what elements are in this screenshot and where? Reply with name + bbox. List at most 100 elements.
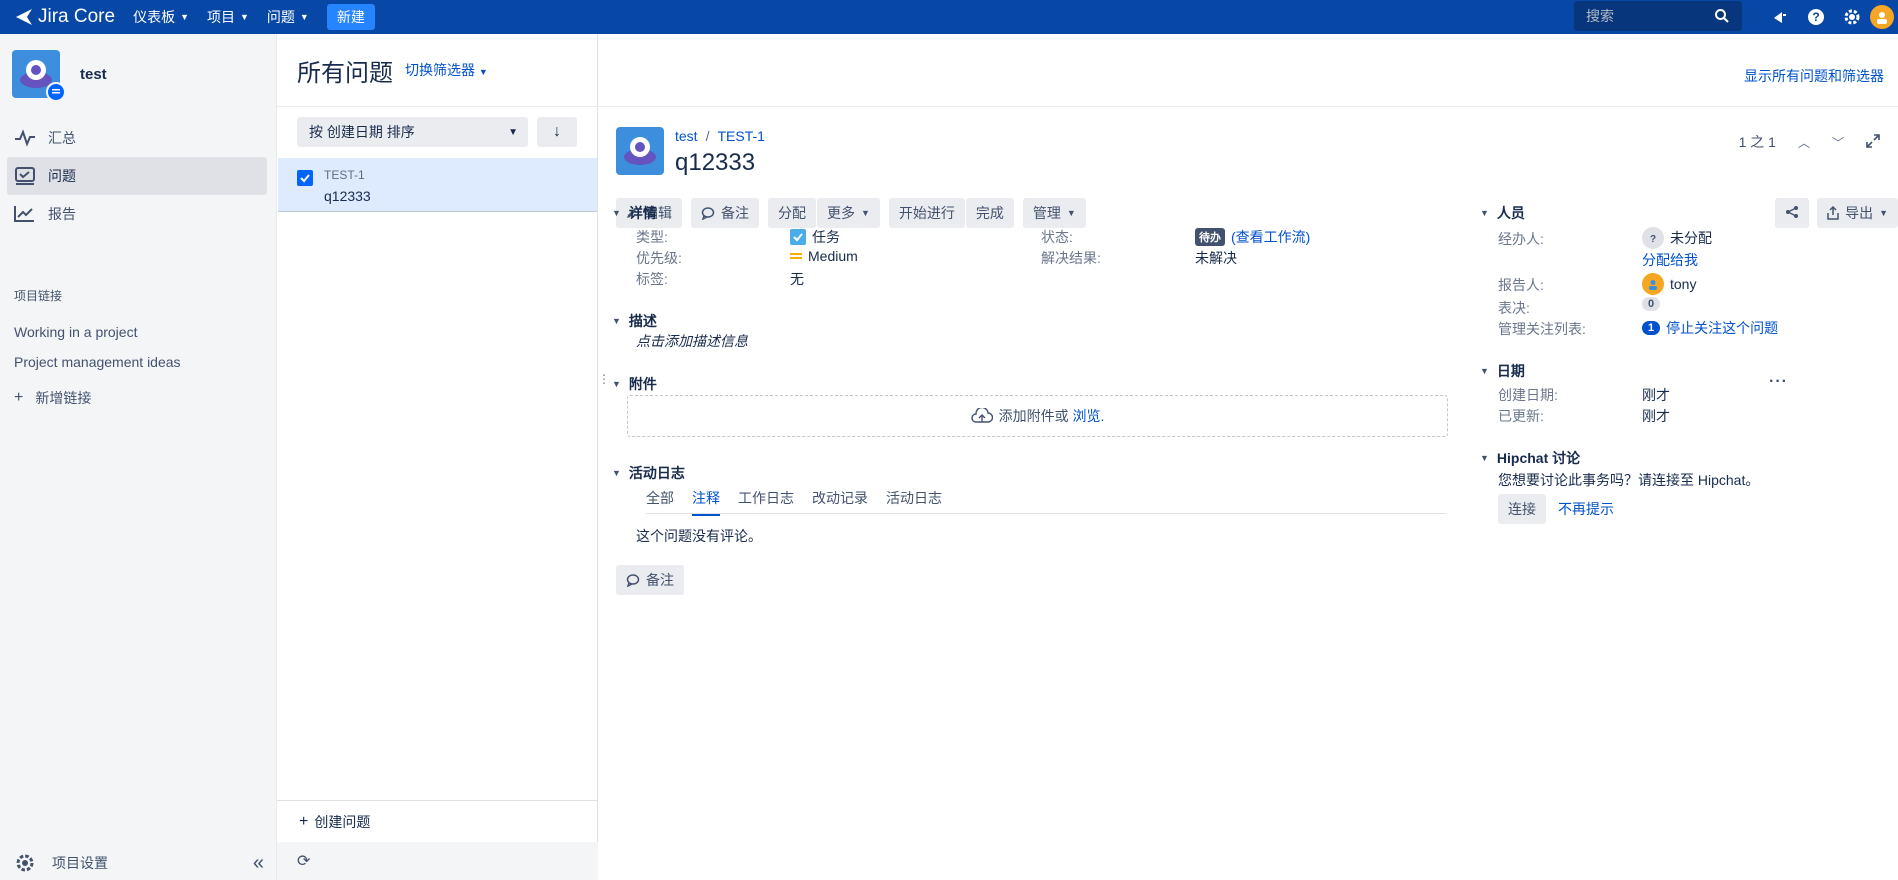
page-header: 所有问题 切换筛选器 ▼ — [297, 34, 488, 106]
show-all-issues-link[interactable]: 显示所有问题和筛选器 — [1744, 66, 1884, 86]
breadcrumb-issue-link[interactable]: TEST-1 — [717, 128, 764, 144]
sidebar-item-reports[interactable]: 报告 — [7, 195, 267, 233]
browse-link[interactable]: 浏览. — [1073, 406, 1105, 426]
issue-list-item[interactable]: TEST-1 q12333 — [278, 158, 597, 212]
assignee-label: 经办人: — [1498, 231, 1544, 247]
sort-direction-button[interactable]: ↓ — [537, 117, 577, 147]
top-navigation-bar: Jira Core 仪表板 ▼ 项目 ▼ 问题 ▼ 新建 搜索 ? — [0, 0, 1898, 34]
created-value: 刚才 — [1642, 387, 1670, 403]
type-value[interactable]: 任务 — [790, 227, 840, 247]
jira-logo[interactable]: Jira Core — [16, 6, 115, 28]
help-icon[interactable]: ? — [1798, 8, 1834, 26]
sort-order-select[interactable]: 按 创建日期 排序 ▼ — [297, 117, 528, 147]
nav-issues[interactable]: 问题 ▼ — [267, 7, 309, 27]
project-settings[interactable]: 项目设置 « — [14, 846, 264, 880]
description-section-toggle[interactable]: ▼ 描述 — [612, 311, 657, 331]
assign-to-me-link[interactable]: 分配给我 — [1642, 250, 1698, 270]
project-link-working[interactable]: Working in a project — [14, 324, 137, 340]
chevron-down-icon: ▼ — [1480, 208, 1489, 218]
project-header[interactable]: test — [12, 50, 107, 102]
create-button[interactable]: 新建 — [326, 4, 375, 30]
project-avatar — [616, 127, 664, 175]
breadcrumb: test / TEST-1 — [675, 128, 765, 144]
more-dropdown[interactable]: 更多 ▼ — [817, 198, 880, 228]
tab-all[interactable]: 全部 — [646, 488, 674, 516]
assignee-value[interactable]: ? 未分配 — [1642, 227, 1712, 249]
attachments-section-toggle[interactable]: ▼ 附件 — [612, 374, 657, 394]
votes-value[interactable]: 0 — [1642, 297, 1661, 311]
project-link-management[interactable]: Project management ideas — [14, 354, 181, 370]
sidebar-item-summary[interactable]: 汇总 — [7, 119, 267, 157]
share-button[interactable] — [1775, 198, 1810, 228]
chevron-up-icon[interactable]: ︿ — [1798, 134, 1810, 151]
sidebar-item-issues[interactable]: 问题 — [7, 157, 267, 195]
create-issue-button[interactable]: + 创建问题 — [277, 800, 598, 842]
add-comment-button[interactable]: 备注 — [616, 565, 684, 595]
gear-icon — [14, 852, 36, 874]
svg-text:?: ? — [1650, 234, 1656, 244]
switch-filter-dropdown[interactable]: 切换筛选器 ▼ — [405, 60, 488, 80]
reporter-avatar — [1642, 273, 1664, 295]
page-title: 所有问题 — [297, 59, 393, 87]
chevron-down-icon: ▼ — [1066, 208, 1076, 218]
tab-history[interactable]: 改动记录 — [812, 488, 868, 516]
more-options-icon[interactable]: ··· — [1769, 373, 1788, 391]
activity-tabs: 全部 注释 工作日志 改动记录 活动日志 — [646, 488, 960, 516]
refresh-icon[interactable]: ⟳ — [277, 842, 598, 880]
logo-text: Jira Core — [38, 6, 116, 27]
reporter-label: 报告人: — [1498, 277, 1544, 293]
create-issue-label: 创建问题 — [314, 813, 371, 830]
settings-gear-icon[interactable] — [1834, 8, 1870, 26]
nav-projects[interactable]: 项目 ▼ — [207, 7, 249, 27]
assign-button[interactable]: 分配 — [768, 198, 816, 228]
updated-label: 已更新: — [1498, 408, 1544, 424]
user-avatar[interactable] — [1870, 5, 1894, 29]
chevron-down-icon: ▼ — [240, 12, 249, 22]
collapse-sidebar-icon[interactable]: « — [253, 852, 264, 875]
details-section-toggle[interactable]: ▼ 详情 — [612, 203, 657, 223]
search-input[interactable]: 搜索 — [1574, 1, 1742, 31]
stop-watching-link[interactable]: 停止关注这个问题 — [1666, 318, 1778, 338]
svg-text:?: ? — [1812, 10, 1819, 24]
export-dropdown[interactable]: 导出 ▼ — [1817, 198, 1898, 228]
notifications-icon[interactable] — [1762, 9, 1798, 25]
expand-icon[interactable] — [1866, 133, 1880, 151]
dropzone-text: 添加附件或 — [998, 408, 1069, 424]
watchers-label: 管理关注列表: — [1498, 321, 1586, 337]
hipchat-prompt: 您想要讨论此事务吗？请连接至 Hipchat。 — [1498, 472, 1760, 488]
priority-value[interactable]: Medium — [790, 248, 858, 264]
sidebar-item-label: 问题 — [48, 168, 76, 184]
tab-activity[interactable]: 活动日志 — [886, 488, 942, 516]
sidebar-item-label: 报告 — [48, 206, 76, 222]
reports-chart-icon — [14, 205, 38, 223]
comment-button[interactable]: 备注 — [691, 198, 759, 228]
export-icon — [1827, 206, 1839, 220]
attachment-dropzone[interactable]: 添加附件或 浏览. — [627, 395, 1448, 437]
comment-icon — [626, 573, 640, 587]
dates-section-toggle[interactable]: ▼ 日期 — [1480, 361, 1525, 381]
watchers-value[interactable]: 1 停止关注这个问题 — [1642, 318, 1778, 338]
connect-hipchat-button[interactable]: 连接 — [1498, 494, 1546, 524]
people-section-toggle[interactable]: ▼ 人员 — [1480, 203, 1525, 223]
breadcrumb-project-link[interactable]: test — [675, 128, 698, 144]
no-comments-text: 这个问题没有评论。 — [636, 528, 762, 544]
nav-dashboards[interactable]: 仪表板 ▼ — [133, 7, 189, 27]
done-button[interactable]: 完成 — [965, 198, 1014, 228]
chevron-down-icon[interactable]: ﹀ — [1832, 134, 1844, 151]
tab-comments[interactable]: 注释 — [692, 488, 720, 516]
tab-work-log[interactable]: 工作日志 — [738, 488, 794, 516]
hipchat-section-toggle[interactable]: ▼ Hipchat 讨论 — [1480, 448, 1580, 468]
view-workflow-link[interactable]: (查看工作流) — [1231, 227, 1310, 247]
labels-label: 标签: — [636, 271, 668, 287]
start-progress-button[interactable]: 开始进行 — [888, 198, 965, 228]
drag-handle-icon[interactable]: ⋮ — [598, 372, 610, 386]
reporter-value[interactable]: tony — [1642, 273, 1696, 295]
dismiss-hipchat-link[interactable]: 不再提示 — [1558, 499, 1614, 519]
issue-title[interactable]: q12333 — [675, 149, 755, 177]
labels-value[interactable]: 无 — [790, 269, 804, 289]
add-link-button[interactable]: + 新增链接 — [14, 388, 91, 408]
activity-section-toggle[interactable]: ▼ 活动日志 — [612, 463, 685, 483]
description-placeholder[interactable]: 点击添加描述信息 — [636, 331, 748, 351]
admin-dropdown[interactable]: 管理 ▼ — [1022, 198, 1086, 228]
issue-toolbar: 编辑 备注 分配 更多 ▼ 开始进行 完成 管理 ▼ — [616, 198, 1095, 228]
